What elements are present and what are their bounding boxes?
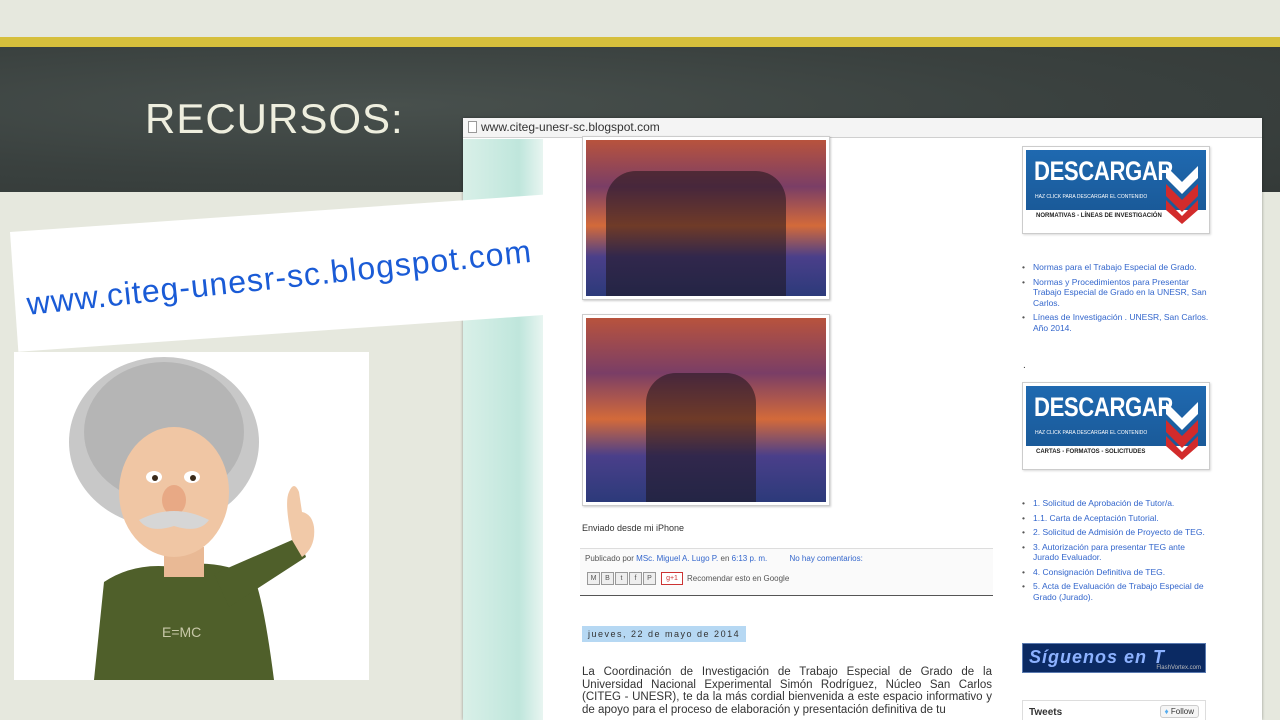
post-footer: Publicado por MSc. Miguel A. Lugo P. en …: [580, 548, 993, 596]
follow-us-credit: FlashVortex.com: [1156, 665, 1201, 671]
sidebar-separator: .: [1023, 360, 1026, 371]
follow-us-text: Síguenos en T: [1029, 647, 1166, 667]
sidebar-link[interactable]: Líneas de Investigación . UNESR, San Car…: [1022, 312, 1212, 333]
recommend-google-text: Recomendar esto en Google: [687, 574, 790, 583]
post-photo-1[interactable]: [582, 136, 830, 300]
slide-accent-bar: [0, 37, 1280, 47]
pinterest-share-icon[interactable]: P: [643, 572, 656, 585]
address-url[interactable]: www.citeg-unesr-sc.blogspot.com: [481, 120, 660, 134]
banner-title: DESCARGAR: [1034, 392, 1174, 422]
post-footer-note: Enviado desde mi iPhone: [582, 523, 685, 533]
author-link[interactable]: MSc. Miguel A. Lugo P.: [636, 554, 718, 563]
post-meta: Publicado por MSc. Miguel A. Lugo P. en …: [585, 554, 863, 563]
sidebar-link[interactable]: 5. Acta de Evaluación de Trabajo Especia…: [1022, 581, 1212, 602]
einstein-mascot-illustration: E=MC: [69, 357, 315, 680]
mascot-shirt-text: E=MC: [162, 624, 201, 640]
tweets-widget: Tweets ♦ Follow: [1022, 700, 1206, 720]
sidebar-link[interactable]: 1. Solicitud de Aprobación de Tutor/a.: [1022, 498, 1212, 509]
facebook-share-icon[interactable]: f: [629, 572, 642, 585]
sidebar-link[interactable]: 4. Consignación Definitiva de TEG.: [1022, 567, 1212, 578]
slide-top-strip: [0, 0, 1280, 37]
post-date-header: jueves, 22 de mayo de 2014: [582, 626, 747, 642]
chevron-down-icon: [1166, 402, 1198, 460]
address-bar[interactable]: www.citeg-unesr-sc.blogspot.com: [463, 118, 1262, 138]
post-time-link[interactable]: 6:13 p. m.: [732, 554, 768, 563]
post-photo-2[interactable]: [582, 314, 830, 506]
blog-share-icon[interactable]: B: [601, 572, 614, 585]
comments-link[interactable]: No hay comentarios:: [789, 554, 862, 563]
banner-subtitle: HAZ CLICK PARA DESCARGAR EL CONTENIDO: [1035, 430, 1148, 436]
sidebar-link[interactable]: Normas para el Trabajo Especial de Grado…: [1022, 262, 1212, 273]
sidebar-link[interactable]: 3. Autorización para presentar TEG ante …: [1022, 542, 1212, 563]
sidebar-list-normativas: Normas para el Trabajo Especial de Grado…: [1022, 262, 1212, 337]
twitter-follow-button[interactable]: ♦ Follow: [1159, 705, 1199, 718]
share-toolbar: M B t f P g+1: [587, 572, 683, 586]
twitter-share-icon[interactable]: t: [615, 572, 628, 585]
banner-subtitle: HAZ CLICK PARA DESCARGAR EL CONTENIDO: [1035, 194, 1148, 200]
sidebar-list-formatos: 1. Solicitud de Aprobación de Tutor/a. 1…: [1022, 498, 1212, 606]
page-icon: [468, 121, 477, 133]
sidebar-link[interactable]: 1.1. Carta de Aceptación Tutorial.: [1022, 513, 1212, 524]
follow-us-banner[interactable]: Síguenos en T FlashVortex.com: [1022, 643, 1206, 673]
download-banner-formatos[interactable]: DESCARGAR HAZ CLICK PARA DESCARGAR EL CO…: [1022, 382, 1210, 470]
sidebar-link[interactable]: Normas y Procedimientos para Presentar T…: [1022, 277, 1212, 309]
download-banner-normativas[interactable]: DESCARGAR HAZ CLICK PARA DESCARGAR EL CO…: [1022, 146, 1210, 234]
google-plus-one-button[interactable]: g+1: [661, 572, 683, 585]
slide-title: RECURSOS:: [145, 95, 404, 142]
banner-title: DESCARGAR: [1034, 156, 1174, 186]
email-share-icon[interactable]: M: [587, 572, 600, 585]
post-body-text: La Coordinación de Investigación de Trab…: [582, 666, 992, 716]
website-screenshot: www.citeg-unesr-sc.blogspot.com Enviado …: [463, 118, 1262, 720]
chevron-down-icon: [1166, 166, 1198, 224]
sidebar-link[interactable]: 2. Solicitud de Admisión de Proyecto de …: [1022, 527, 1212, 538]
twitter-bird-icon: ♦: [1164, 707, 1169, 716]
tweets-title: Tweets: [1029, 707, 1063, 718]
